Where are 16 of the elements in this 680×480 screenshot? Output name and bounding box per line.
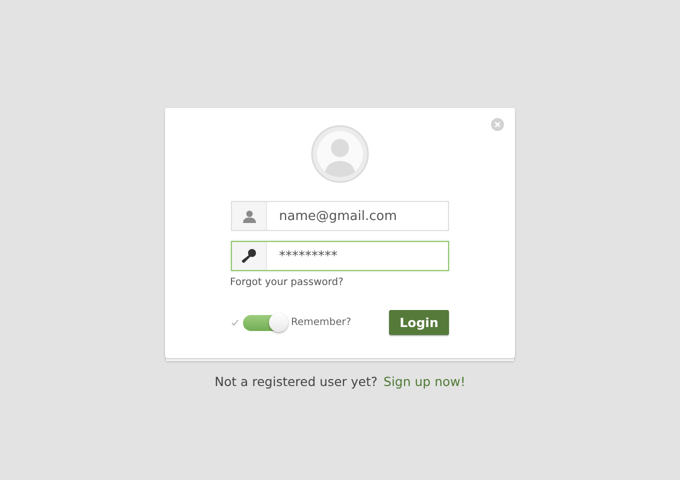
- login-button[interactable]: Login: [389, 310, 449, 335]
- close-button[interactable]: [491, 118, 504, 131]
- close-icon: [495, 122, 500, 127]
- signup-prompt: Not a registered user yet?: [214, 374, 378, 389]
- user-icon: [242, 210, 256, 222]
- email-input[interactable]: name@gmail.com: [267, 202, 448, 230]
- password-field[interactable]: *********: [231, 241, 449, 271]
- forgot-password-link[interactable]: Forgot your password?: [230, 277, 344, 288]
- signup-link[interactable]: Sign up now!: [384, 374, 466, 389]
- remember-label: Remember?: [291, 317, 352, 328]
- remember-toggle[interactable]: [243, 314, 285, 330]
- avatar-icon: [311, 125, 369, 183]
- check-icon: [231, 319, 239, 326]
- key-icon: [241, 248, 257, 264]
- email-field[interactable]: name@gmail.com: [231, 201, 449, 231]
- password-input[interactable]: *********: [267, 242, 448, 270]
